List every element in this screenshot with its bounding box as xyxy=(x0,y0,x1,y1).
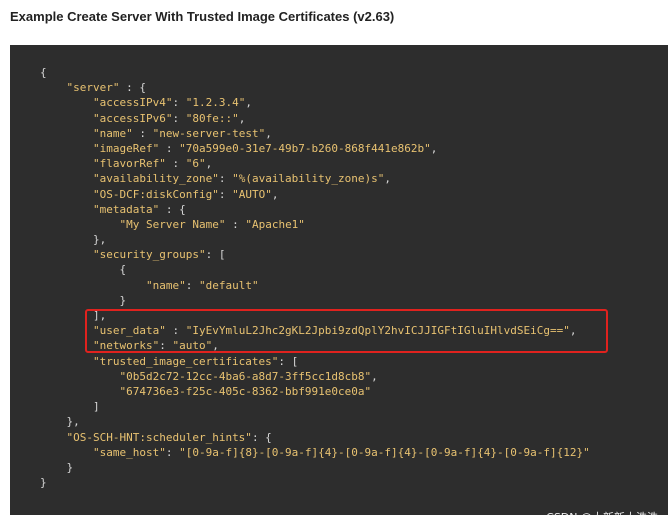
code-line: "metadata" : { xyxy=(92,202,186,216)
code-line: "trusted_image_certificates": [ xyxy=(92,354,299,368)
code-line: ] xyxy=(40,400,100,414)
code-block: { "server" : { "accessIPv4": "1.2.3.4", … xyxy=(10,45,668,515)
code-lines: { "server" : { "accessIPv4": "1.2.3.4", … xyxy=(40,65,590,490)
code-line: "same_host": "[0-9a-f]{8}-[0-9a-f]{4}-[0… xyxy=(92,445,590,459)
code-line: } xyxy=(40,293,127,307)
code-line: "accessIPv6": "80fe::", xyxy=(92,111,246,125)
code-line: "user_data" : "IyEvYmluL2Jhc2gKL2Jpbi9zd… xyxy=(92,324,577,338)
code-line: "name": "default" xyxy=(145,278,259,292)
code-line: "imageRef" : "70a599e0-31e7-49b7-b260-86… xyxy=(92,141,438,155)
code-line: "name" : "new-server-test", xyxy=(92,126,272,140)
code-line: "OS-SCH-HNT:scheduler_hints": { xyxy=(66,430,272,444)
code-line: { xyxy=(40,263,127,277)
code-line: "My Server Name" : "Apache1" xyxy=(119,217,305,231)
code-line: ], xyxy=(40,309,107,322)
doc-title: Example Create Server With Trusted Image… xyxy=(10,9,395,24)
code-line: } xyxy=(40,460,74,474)
code-line: "accessIPv4": "1.2.3.4", xyxy=(92,96,252,110)
watermark: CSDN @大新新大浩浩 xyxy=(546,511,658,524)
code-line: }, xyxy=(40,233,107,247)
code-line: "674736e3-f25c-405c-8362-bbf991e0ce0a" xyxy=(119,384,372,398)
code-line: "availability_zone": "%(availability_zon… xyxy=(92,172,392,186)
code-line: { xyxy=(40,66,47,79)
code-line: "networks": "auto", xyxy=(92,339,219,353)
code-line: "server" : { xyxy=(66,81,146,95)
code-line: "0b5d2c72-12cc-4ba6-a8d7-3ff5cc1d8cb8", xyxy=(119,369,378,383)
code-line: "flavorRef" : "6", xyxy=(92,157,213,171)
code-line: }, xyxy=(40,415,80,429)
code-line: } xyxy=(40,476,47,490)
code-line: "security_groups": [ xyxy=(92,248,226,262)
code-line: "OS-DCF:diskConfig": "AUTO", xyxy=(92,187,279,201)
